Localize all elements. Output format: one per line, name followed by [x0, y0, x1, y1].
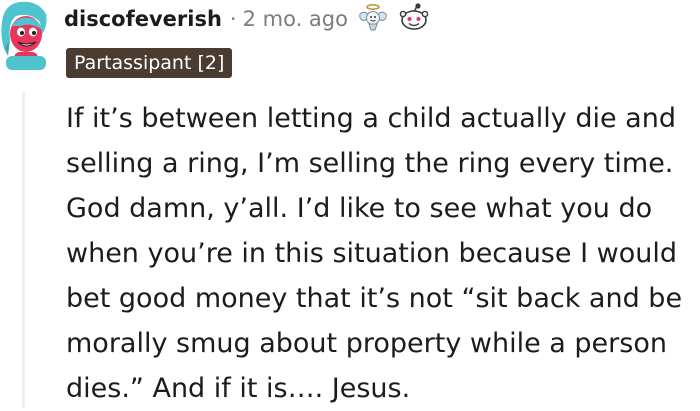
thread-collapse-line[interactable]: [22, 92, 25, 408]
avatar[interactable]: [0, 0, 48, 76]
comment-body: If it’s between letting a child actually…: [66, 103, 683, 404]
wholesome-face-award-icon[interactable]: [398, 2, 430, 36]
username-link[interactable]: discofeverish: [64, 7, 222, 31]
angel-wings-award-icon[interactable]: [358, 2, 388, 36]
comment-header: discofeverish · 2 mo. ago: [64, 2, 430, 36]
comment: discofeverish · 2 mo. ago Partassipant […: [0, 0, 700, 408]
meta-separator: ·: [229, 7, 237, 31]
user-flair: Partassipant [2]: [66, 48, 233, 78]
timestamp[interactable]: 2 mo. ago: [243, 7, 348, 31]
